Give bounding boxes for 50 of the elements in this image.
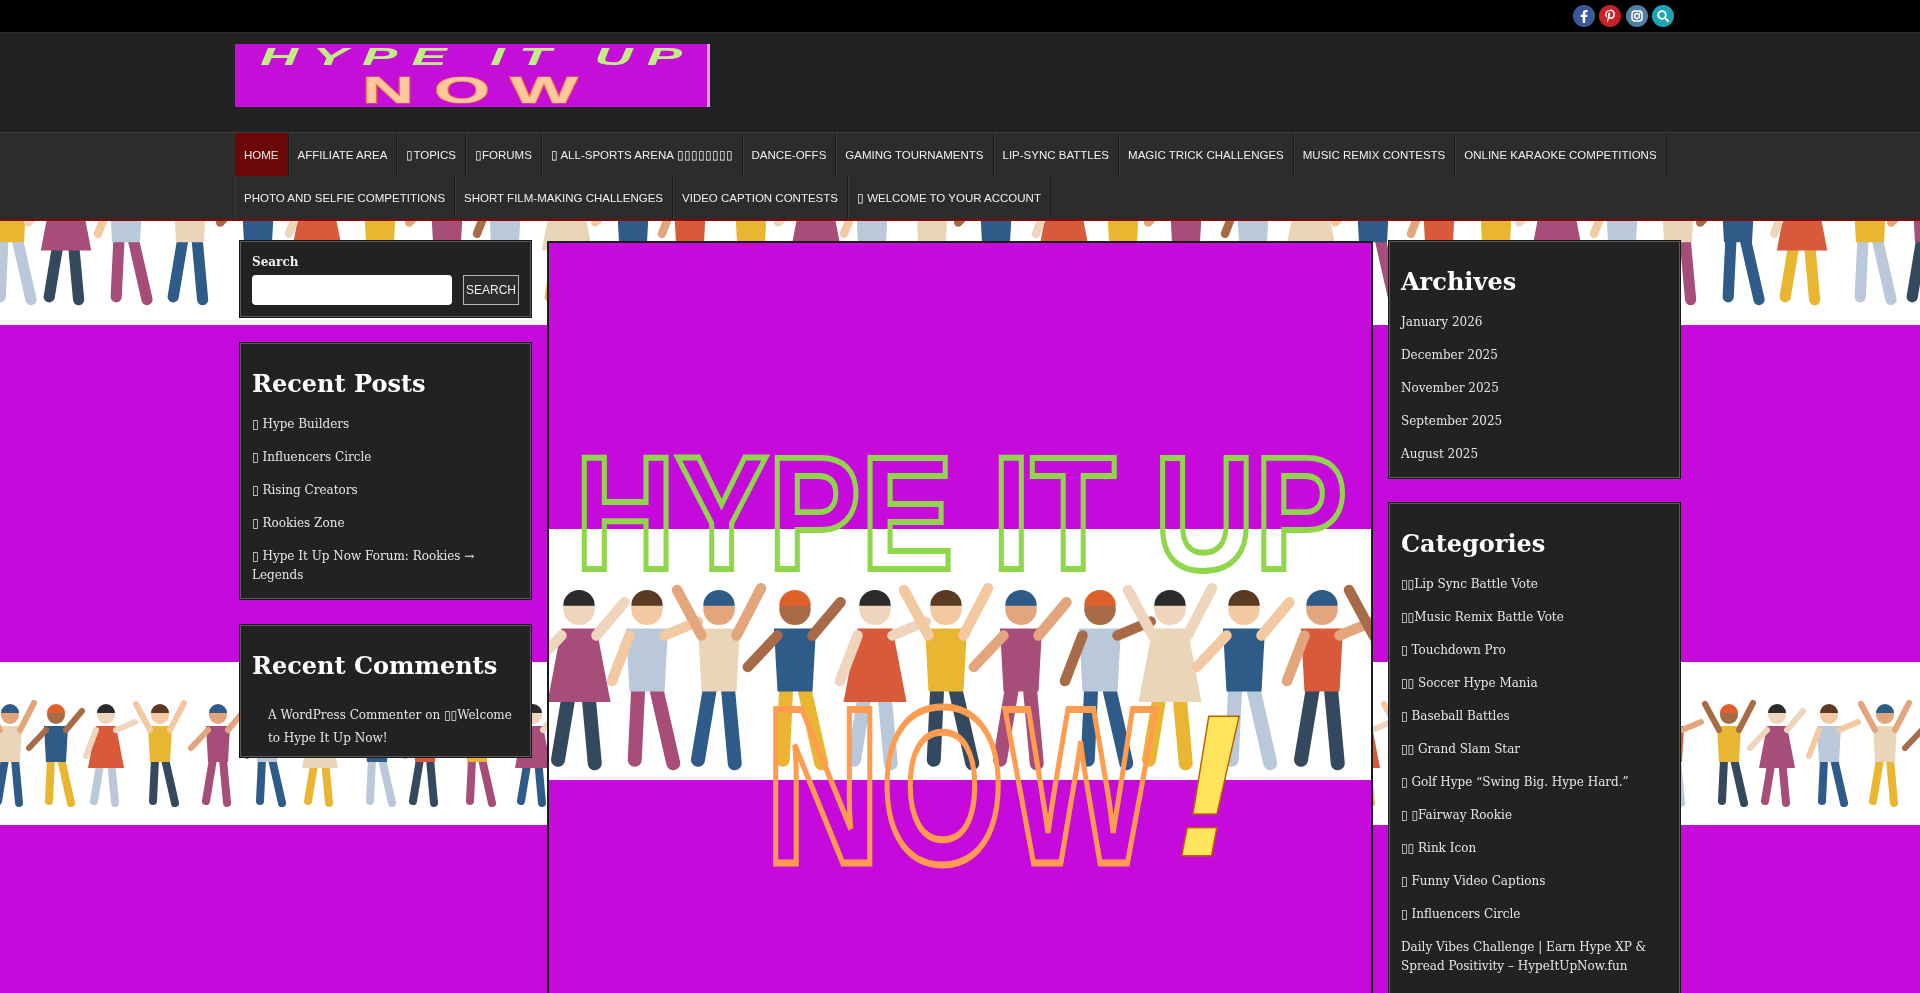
nav-link[interactable]: MAGIC TRICK CHALLENGES: [1119, 133, 1294, 176]
category-link[interactable]: ▯▯Lip Sync Battle Vote: [1401, 575, 1668, 594]
archive-link[interactable]: November 2025: [1401, 379, 1668, 398]
widget-title: Archives: [1401, 266, 1518, 298]
category-link[interactable]: ▯▯ Rink Icon: [1401, 839, 1668, 858]
nav-link[interactable]: ▯FORUMS: [466, 133, 542, 176]
nav-link[interactable]: MUSIC REMIX CONTESTS: [1293, 133, 1456, 176]
archive-link[interactable]: December 2025: [1401, 346, 1668, 365]
nav-link[interactable]: AFFILIATE AREA: [288, 133, 398, 176]
site-logo[interactable]: HYPE IT UP NOW: [235, 44, 710, 107]
category-link[interactable]: ▯ Golf Hype “Swing Big. Hype Hard.”: [1401, 773, 1668, 792]
post-link[interactable]: ▯ Hype Builders: [252, 415, 519, 434]
category-link[interactable]: ▯ ▯Fairway Rookie: [1401, 806, 1668, 825]
nav-link[interactable]: GAMING TOURNAMENTS: [836, 133, 994, 176]
post-link[interactable]: ▯ Influencers Circle: [252, 448, 519, 467]
nav-link[interactable]: ONLINE KARAOKE COMPETITIONS: [1455, 133, 1667, 176]
category-link[interactable]: ▯▯ Soccer Hype Mania: [1401, 674, 1668, 693]
widget-title: Recent Comments: [252, 650, 499, 682]
comment-text: A WordPress Commenter on ▯▯Welcome to Hype It Up Now!: [268, 707, 513, 747]
category-link[interactable]: Daily Vibes Challenge | Earn Hype XP & Spread Positivity – HypeItUpNow.fun: [1401, 938, 1668, 976]
search-field[interactable]: [252, 275, 452, 305]
nav-link[interactable]: LIP-SYNC BATTLES: [993, 133, 1120, 176]
nav-link[interactable]: ▯TOPICS: [397, 133, 466, 176]
post-link[interactable]: ▯ Hype It Up Now Forum: Rookies → Legends: [252, 547, 519, 585]
post-link[interactable]: ▯ Rising Creators: [252, 481, 519, 500]
nav-link[interactable]: HOME: [235, 133, 289, 176]
category-link[interactable]: ▯ Funny Video Captions: [1401, 872, 1668, 891]
nav-link[interactable]: ▯ ALL-SPORTS ARENA ▯▯▯▯▯▯▯▯: [541, 133, 743, 176]
post-link[interactable]: ▯ Rookies Zone: [252, 514, 519, 533]
category-link[interactable]: ▯▯Music Remix Battle Vote: [1401, 608, 1668, 627]
search-button[interactable]: SEARCH: [463, 275, 519, 305]
search-icon[interactable]: [1652, 5, 1674, 27]
facebook-icon[interactable]: [1572, 5, 1595, 27]
nav-link[interactable]: ▯ WELCOME TO YOUR ACCOUNT: [847, 176, 1051, 219]
category-link[interactable]: ▯ Touchdown Pro: [1401, 641, 1668, 660]
category-link[interactable]: ▯ Influencers Circle: [1401, 905, 1668, 924]
nav-link[interactable]: SHORT FILM-MAKING CHALLENGES: [455, 176, 674, 219]
category-link[interactable]: ▯ Baseball Battles: [1401, 707, 1668, 726]
instagram-icon[interactable]: [1625, 5, 1648, 27]
nav-link[interactable]: VIDEO CAPTION CONTESTS: [673, 176, 848, 219]
widget-title: Recent Posts: [252, 368, 427, 400]
pinterest-icon[interactable]: [1599, 5, 1621, 27]
nav-link[interactable]: DANCE-OFFS: [742, 133, 837, 176]
archive-link[interactable]: August 2025: [1401, 445, 1668, 464]
archive-link[interactable]: January 2026: [1401, 313, 1668, 332]
category-link[interactable]: ▯▯ Grand Slam Star: [1401, 740, 1668, 759]
widget-title: Categories: [1401, 528, 1547, 560]
nav-link[interactable]: PHOTO AND SELFIE COMPETITIONS: [235, 176, 456, 219]
archive-link[interactable]: September 2025: [1401, 412, 1668, 431]
search-label: Search: [252, 254, 300, 270]
